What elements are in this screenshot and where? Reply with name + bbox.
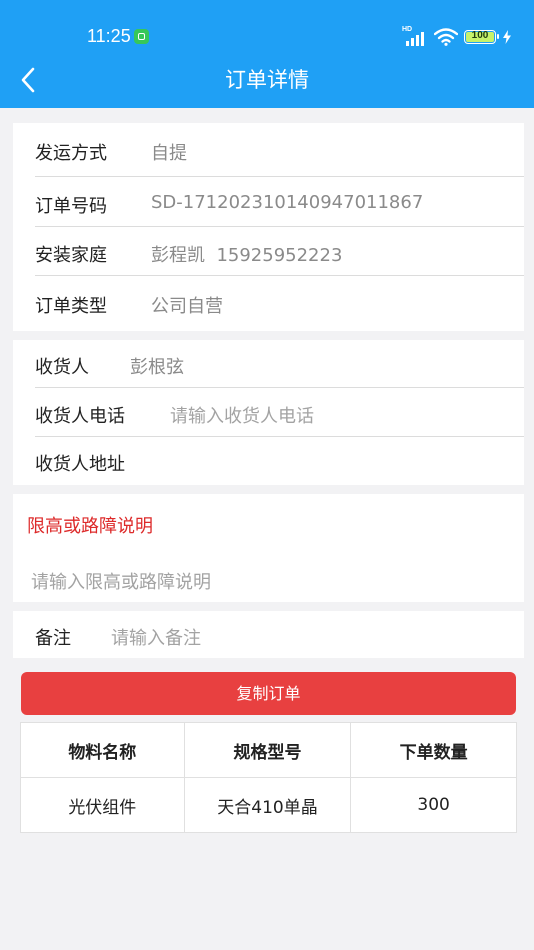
remark-card: 备注 请输入备注	[13, 611, 524, 658]
column-header: 下单数量	[350, 722, 517, 778]
restriction-title: 限高或路障说明	[27, 516, 153, 537]
consignee-phone-row[interactable]: 收货人电话 请输入收货人电话	[13, 388, 524, 436]
consignee-phone-field[interactable]: 请输入收货人电话	[170, 402, 314, 428]
status-time: 11:25	[87, 26, 131, 46]
consignee-address-row[interactable]: 收货人地址	[13, 437, 524, 485]
order-type-row: 订单类型 公司自营	[13, 276, 524, 331]
signal-icon: HD	[402, 26, 428, 46]
charging-icon	[503, 30, 511, 44]
order-number-label: 订单号码	[35, 196, 107, 217]
shipping-method-value: 自提	[151, 143, 187, 164]
remark-input[interactable]: 请输入备注	[111, 624, 201, 650]
install-household-row: 安装家庭 彭程凯 15925952223	[13, 227, 524, 275]
table-row: 光伏组件 天合410单晶 300	[20, 777, 517, 833]
remark-label: 备注	[35, 628, 71, 649]
app-header: 11:25 HD 100 订单详情	[0, 0, 534, 108]
table-header-row: 物料名称 规格型号 下单数量	[20, 722, 517, 778]
restriction-card: 限高或路障说明 请输入限高或路障说明	[13, 494, 524, 602]
consignee-card: 收货人 彭根弦 收货人电话 请输入收货人电话 收货人地址	[13, 340, 524, 485]
shipping-method-row: 发运方式 自提	[13, 123, 524, 176]
battery-icon: 100	[464, 30, 499, 44]
consignee-name-field[interactable]: 彭根弦	[130, 353, 184, 379]
consignee-address-label: 收货人地址	[35, 454, 125, 475]
material-quantity-cell: 300	[350, 777, 517, 833]
order-type-value: 公司自营	[151, 296, 223, 317]
app-notification-icon	[134, 29, 149, 44]
consignee-name-row[interactable]: 收货人 彭根弦	[13, 340, 524, 387]
order-number-row: 订单号码 SD-171202310140947011867	[13, 177, 524, 226]
status-icons: HD 100	[402, 26, 512, 47]
shipping-method-label: 发运方式	[35, 143, 107, 164]
consignee-name-label: 收货人	[35, 357, 89, 378]
material-spec-cell: 天合410单晶	[183, 777, 352, 833]
material-name-cell: 光伏组件	[20, 777, 185, 833]
install-household-label: 安装家庭	[35, 245, 107, 266]
wifi-icon	[434, 28, 458, 46]
restriction-input[interactable]: 请输入限高或路障说明	[31, 568, 211, 594]
order-number-value: SD-171202310140947011867	[151, 192, 424, 213]
column-header: 规格型号	[183, 722, 352, 778]
column-header: 物料名称	[20, 722, 185, 778]
consignee-phone-label: 收货人电话	[35, 406, 125, 427]
order-info-card: 发运方式 自提 订单号码 SD-171202310140947011867 安装…	[13, 123, 524, 331]
copy-order-button[interactable]: 复制订单	[21, 672, 516, 715]
install-household-value: 彭程凯 15925952223	[151, 245, 343, 266]
battery-level: 100	[471, 30, 489, 41]
order-type-label: 订单类型	[35, 296, 107, 317]
materials-table: 物料名称 规格型号 下单数量 光伏组件 天合410单晶 300	[20, 722, 517, 833]
page-title: 订单详情	[225, 68, 309, 92]
